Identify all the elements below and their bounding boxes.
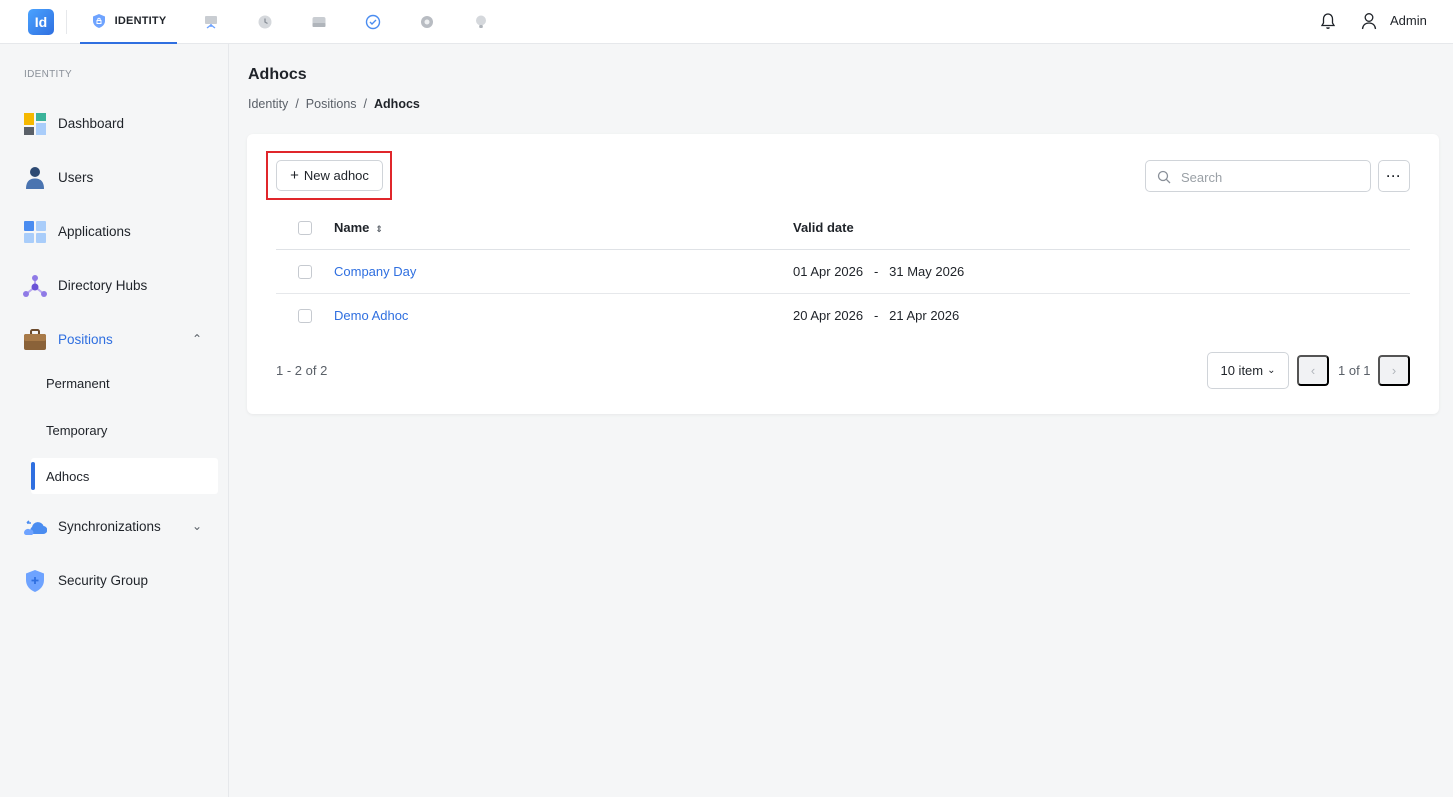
breadcrumb-current: Adhocs (374, 97, 420, 111)
sidebar-item-label: Positions (58, 331, 113, 347)
chevron-down-icon: ⌄ (1267, 365, 1276, 376)
app-tab-identity[interactable]: IDENTITY (80, 0, 177, 44)
applications-icon (24, 221, 46, 243)
table-row[interactable]: Demo Adhoc 20 Apr 2026 - 21 Apr 2026 (276, 294, 1410, 338)
sidebar-item-label: Synchronizations (58, 518, 161, 534)
sidebar-item-users[interactable]: Users (0, 157, 229, 197)
app-tab-settings[interactable] (414, 0, 440, 44)
sidebar-item-security-group[interactable]: Security Group (0, 560, 229, 600)
breadcrumb-separator: / (295, 97, 299, 111)
check-badge-icon (365, 14, 381, 30)
sidebar-item-label: Security Group (58, 572, 149, 588)
chevron-left-icon: ‹ (1310, 363, 1316, 378)
select-all-checkbox[interactable] (298, 221, 312, 235)
divider (66, 10, 67, 34)
row-name-link[interactable]: Company Day (334, 264, 416, 279)
bulb-icon (476, 15, 486, 28)
sidebar-section-label: IDENTITY (24, 69, 72, 80)
row-name-link[interactable]: Demo Adhoc (334, 308, 408, 323)
app-tab-label: IDENTITY (114, 15, 167, 27)
sidebar-item-directory-hubs[interactable]: Directory Hubs (0, 265, 229, 305)
page-title: Adhocs (248, 66, 307, 83)
sidebar-subitem-label: Adhocs (46, 468, 90, 484)
user-icon (26, 167, 44, 189)
app-logo[interactable]: Id (28, 9, 54, 35)
new-adhoc-label: New adhoc (303, 168, 369, 183)
app-tab-ideas[interactable] (468, 0, 494, 44)
chevron-up-icon[interactable]: ⌃ (192, 332, 202, 346)
briefcase-icon (24, 329, 46, 350)
search-input[interactable] (1181, 167, 1361, 187)
breadcrumb-link-identity[interactable]: Identity (248, 97, 288, 111)
hub-icon (23, 275, 47, 297)
column-header-label: Name (334, 220, 370, 235)
sidebar-item-positions[interactable]: Positions ⌃ (0, 319, 229, 359)
breadcrumb-link-positions[interactable]: Positions (306, 97, 357, 111)
sidebar-subitem-label: Temporary (46, 422, 108, 438)
next-page-button[interactable]: › (1378, 355, 1410, 386)
clock-icon (258, 15, 272, 29)
sidebar-subitem-temporary[interactable]: Temporary (31, 412, 218, 448)
column-header-name[interactable]: Name ⇕ (334, 220, 383, 235)
gear-icon (421, 16, 433, 28)
sidebar-item-label: Dashboard (58, 115, 125, 131)
sidebar-item-label: Directory Hubs (58, 277, 148, 293)
row-valid-date: 20 Apr 2026 - 21 Apr 2026 (793, 308, 960, 323)
prev-page-button[interactable]: ‹ (1297, 355, 1329, 386)
breadcrumb-separator: / (363, 97, 368, 111)
row-checkbox[interactable] (298, 265, 312, 279)
bell-icon[interactable] (1320, 12, 1336, 30)
page-size-value: 10 item (1220, 363, 1264, 378)
search-icon (1157, 170, 1171, 184)
chevron-down-icon[interactable]: ⌄ (192, 519, 202, 533)
app-tab-monitor[interactable] (198, 0, 224, 44)
table-header: Name ⇕ Valid date (276, 206, 1410, 250)
top-bar: Id IDENTITY Admin (0, 0, 1453, 44)
sidebar-subitem-permanent[interactable]: Permanent (31, 365, 218, 401)
shield-icon (92, 14, 105, 28)
adhocs-card: + New adhoc ··· Name ⇕ Valid date Company… (247, 134, 1439, 414)
user-name[interactable]: Admin (1390, 13, 1427, 28)
user-icon[interactable] (1361, 12, 1377, 30)
new-adhoc-button[interactable]: + New adhoc (276, 160, 383, 191)
plus-icon: + (290, 167, 299, 184)
app-tab-history[interactable] (252, 0, 278, 44)
cloud-sync-icon (23, 520, 47, 535)
column-header-valid-date: Valid date (793, 220, 854, 235)
chevron-right-icon: › (1391, 363, 1397, 378)
row-checkbox[interactable] (298, 309, 312, 323)
page-indicator: 1 of 1 (1338, 363, 1371, 378)
shield-icon (26, 570, 44, 592)
table-row[interactable]: Company Day 01 Apr 2026 - 31 May 2026 (276, 250, 1410, 294)
sidebar: IDENTITY Dashboard Users Applications Di… (0, 44, 229, 797)
sidebar-item-label: Applications (58, 223, 131, 239)
breadcrumb: Identity / Positions / Adhocs (248, 97, 420, 111)
more-options-button[interactable]: ··· (1378, 160, 1410, 192)
sidebar-subitem-adhocs[interactable]: Adhocs (31, 458, 218, 494)
page-size-select[interactable]: 10 item ⌄ (1207, 352, 1289, 389)
monitor-icon (205, 16, 217, 29)
sidebar-item-label: Users (58, 169, 94, 185)
search-box[interactable] (1145, 160, 1371, 192)
sidebar-item-synchronizations[interactable]: Synchronizations ⌄ (0, 506, 229, 546)
row-valid-date: 01 Apr 2026 - 31 May 2026 (793, 264, 965, 279)
drive-icon (312, 17, 326, 27)
dashboard-icon (24, 113, 46, 135)
sidebar-subitem-label: Permanent (46, 375, 110, 391)
app-tab-drive[interactable] (306, 0, 332, 44)
app-tab-approval[interactable] (360, 0, 386, 44)
sidebar-item-dashboard[interactable]: Dashboard (0, 103, 229, 143)
sidebar-item-applications[interactable]: Applications (0, 211, 229, 251)
sort-icon[interactable]: ⇕ (375, 224, 383, 234)
pagination-range: 1 - 2 of 2 (276, 363, 328, 378)
